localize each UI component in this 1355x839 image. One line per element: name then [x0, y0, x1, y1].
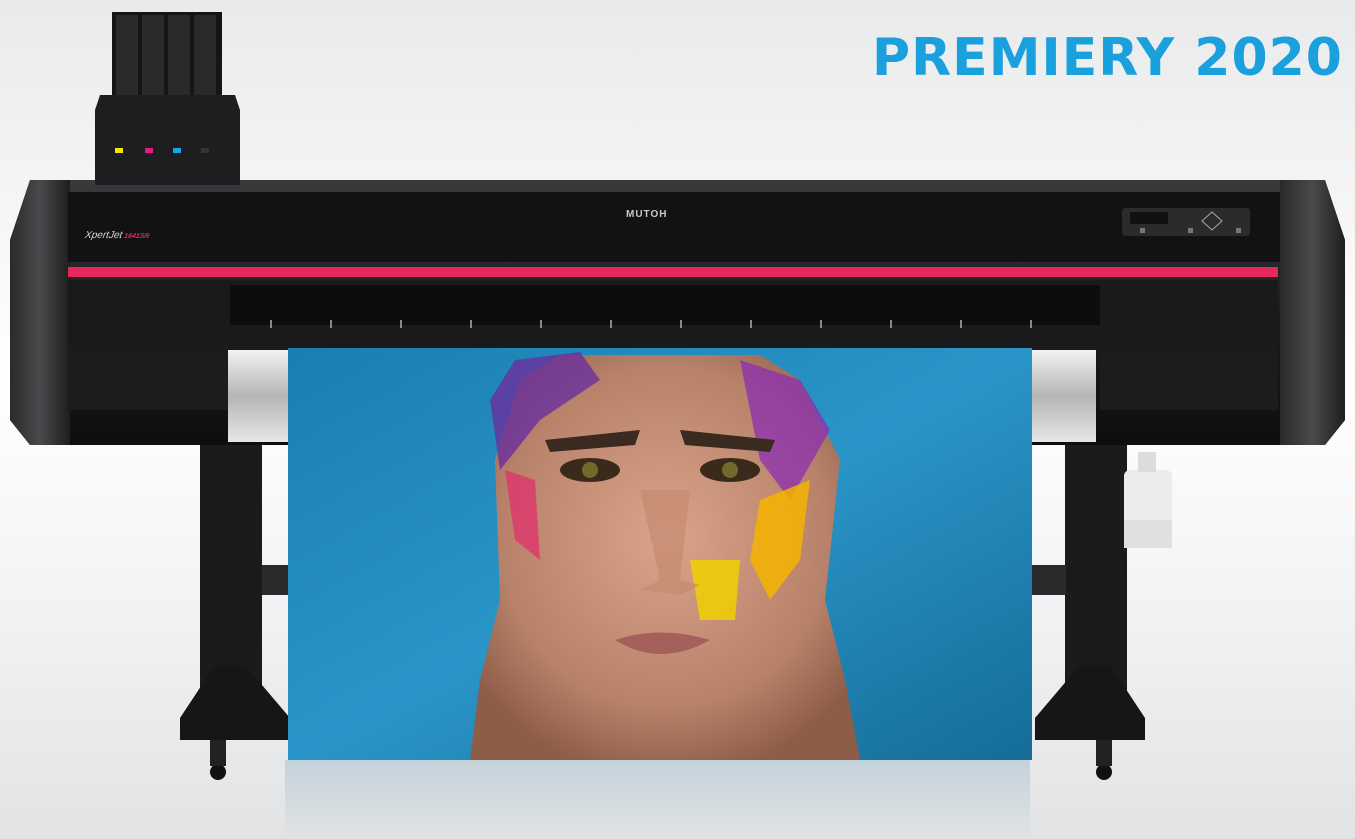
floor-reflection — [285, 760, 1030, 839]
model-name: XpertJet — [84, 230, 124, 241]
waste-ink-bottle — [1124, 452, 1172, 548]
model-number: 1641SR — [123, 233, 150, 240]
control-panel — [1122, 208, 1250, 236]
printer-illustration — [10, 12, 1345, 780]
ink-cartridge-tower — [95, 12, 240, 185]
printed-poster — [288, 348, 1032, 760]
brand-logo: MUTOH — [626, 209, 668, 220]
model-badge: XpertJet1641SR — [84, 230, 150, 241]
accent-stripe — [68, 267, 1278, 277]
